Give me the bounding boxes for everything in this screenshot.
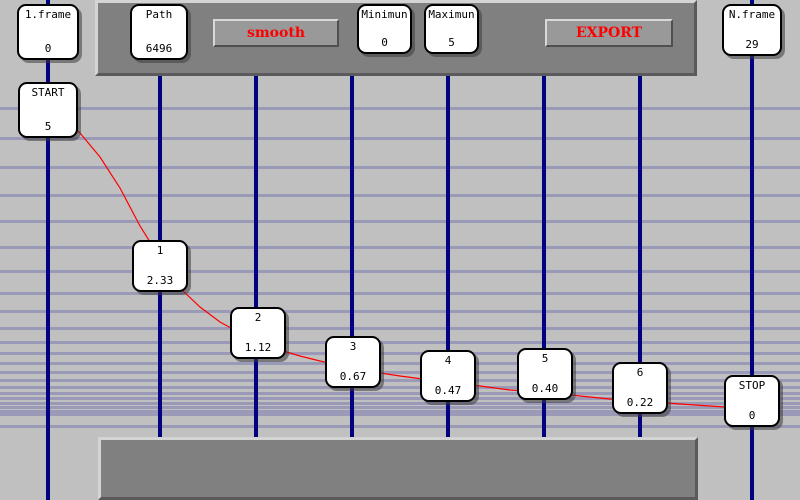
gridline (0, 194, 800, 197)
keyframe-node-label: 3 (349, 340, 357, 353)
keyframe-node-value: 0.67 (339, 370, 367, 383)
export-button[interactable]: EXPORT (545, 19, 673, 47)
keyframe-node-1[interactable]: 1 2.33 (132, 240, 188, 292)
gridline (0, 310, 800, 313)
keyframe-node-5[interactable]: 5 0.40 (517, 348, 573, 400)
gridline (0, 292, 800, 295)
start-node-label: START (31, 86, 65, 99)
app-stage: smooth EXPORT 1.frame 0 Path 6496 Minimu… (0, 0, 800, 500)
first-frame-field[interactable]: 1.frame 0 (17, 4, 79, 60)
keyframe-node-4[interactable]: 4 0.47 (420, 350, 476, 402)
keyframe-node-2[interactable]: 2 1.12 (230, 307, 286, 359)
gridline (0, 137, 800, 140)
keyframe-node-value: 0.40 (531, 382, 559, 395)
keyframe-node-value: 0.22 (626, 396, 654, 409)
keyframe-node-label: 6 (636, 366, 644, 379)
keyframe-node-label: 5 (541, 352, 549, 365)
keyframe-node-label: 4 (444, 354, 452, 367)
gridline (0, 386, 800, 389)
gridline (0, 270, 800, 273)
gridline (0, 352, 800, 355)
minimum-value: 0 (381, 36, 388, 49)
path-field[interactable]: Path 6496 (130, 4, 188, 60)
last-frame-label: N.frame (728, 8, 776, 21)
keyframe-node-3[interactable]: 3 0.67 (325, 336, 381, 388)
keyframe-node-value: 0.47 (434, 384, 462, 397)
path-value: 6496 (145, 42, 173, 55)
gridline (0, 246, 800, 249)
keyframe-node-label: 1 (156, 244, 164, 257)
keyframe-node-value: 2.33 (146, 274, 174, 287)
graph-vertical-line (46, 0, 50, 500)
gridline (0, 406, 800, 409)
start-node[interactable]: START 5 (18, 82, 78, 138)
maximum-label: Maximun (428, 8, 475, 21)
gridline (0, 107, 800, 110)
start-node-value: 5 (44, 120, 52, 133)
gridline (0, 413, 800, 416)
minimum-field[interactable]: Minimun 0 (357, 4, 412, 54)
gridline (0, 379, 800, 382)
maximum-field[interactable]: Maximun 5 (424, 4, 479, 54)
last-frame-field[interactable]: N.frame 29 (722, 4, 782, 56)
gridline (0, 371, 800, 374)
maximum-value: 5 (448, 36, 455, 49)
smooth-button[interactable]: smooth (213, 19, 339, 47)
gridline (0, 425, 800, 428)
keyframe-node-6[interactable]: 6 0.22 (612, 362, 668, 414)
bottom-panel (98, 437, 698, 500)
gridline (0, 397, 800, 400)
stop-node-value: 0 (748, 409, 756, 422)
gridline (0, 166, 800, 169)
gridline (0, 392, 800, 395)
gridline (0, 362, 800, 365)
stop-node[interactable]: STOP 0 (724, 375, 780, 427)
gridline (0, 402, 800, 405)
gridline (0, 341, 800, 344)
first-frame-label: 1.frame (24, 8, 72, 21)
gridline (0, 327, 800, 330)
stop-node-label: STOP (738, 379, 766, 392)
last-frame-value: 29 (745, 38, 759, 51)
path-label: Path (145, 8, 173, 21)
minimum-label: Minimun (361, 8, 408, 21)
keyframe-node-label: 2 (254, 311, 262, 324)
first-frame-value: 0 (44, 42, 52, 55)
keyframe-node-value: 1.12 (244, 341, 272, 354)
gridline (0, 220, 800, 223)
